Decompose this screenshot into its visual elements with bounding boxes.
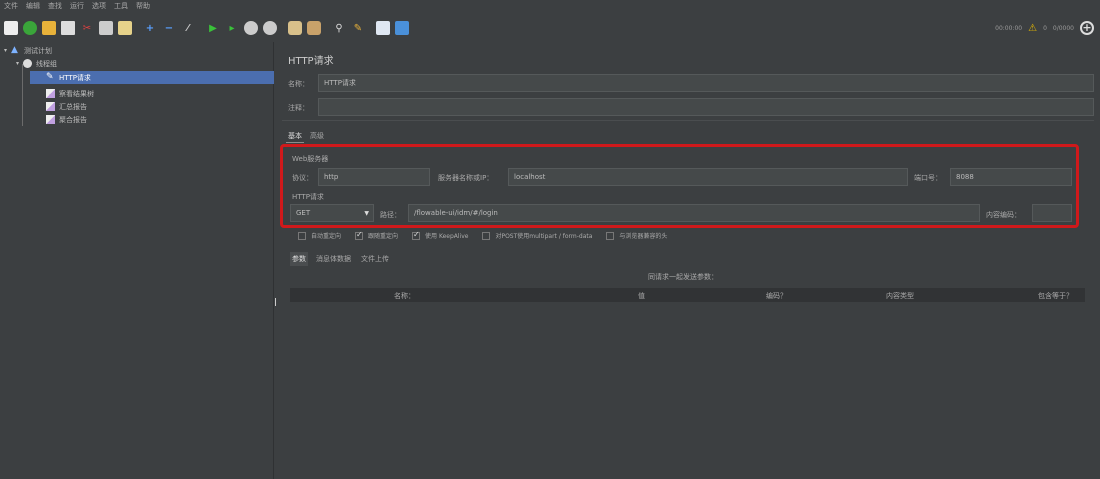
- menu-file[interactable]: 文件: [4, 1, 18, 11]
- column-header-content-type[interactable]: 内容类型: [886, 291, 914, 301]
- tab-advanced[interactable]: 高级: [308, 130, 326, 143]
- name-label: 名称：: [288, 80, 309, 88]
- tree-connector: [22, 64, 23, 126]
- tree-item-test-plan[interactable]: ▾ ▲ 测试计划: [4, 44, 52, 57]
- highlight-box: [280, 144, 1079, 228]
- help-icon[interactable]: [395, 21, 409, 35]
- new-file-icon[interactable]: [4, 21, 18, 35]
- warning-icon[interactable]: ⚠: [1028, 23, 1037, 34]
- body-tabs: 参数 消息体数据 文件上传: [290, 252, 391, 266]
- tab-files-upload[interactable]: 文件上传: [359, 252, 391, 266]
- menu-run[interactable]: 运行: [70, 1, 84, 11]
- thread-group-icon: [23, 59, 33, 68]
- stop-icon[interactable]: [244, 21, 258, 35]
- thread-count: 0/0000: [1052, 24, 1074, 32]
- search-icon[interactable]: ⚲: [332, 21, 346, 35]
- tree-label-thread-group: 线程组: [36, 59, 58, 68]
- clear-icon[interactable]: [288, 21, 302, 35]
- tree-label-http-request: HTTP请求: [59, 73, 91, 82]
- checkbox-browser-headers[interactable]: 与浏览器兼容的头: [606, 231, 667, 240]
- checkbox-label: 对POST使用multipart / form-data: [495, 233, 593, 240]
- menu-help[interactable]: 帮助: [136, 1, 150, 11]
- http-request-panel: HTTP请求 名称： HTTP请求 注释： 基本 高级 Web服务器 协议： h…: [275, 42, 1100, 479]
- reset-search-icon[interactable]: ✎: [351, 21, 365, 35]
- tree-item-aggregate-report[interactable]: 聚合报告: [46, 113, 87, 126]
- column-header-name[interactable]: 名称：: [394, 291, 415, 301]
- listener-icon: [46, 102, 55, 111]
- listener-icon: [46, 89, 55, 98]
- toolbar: ✂ + − ⁄ ▶ ▸ ⚲ ✎: [0, 16, 1100, 40]
- config-tabs: 基本 高级: [286, 130, 326, 143]
- comment-label: 注释：: [288, 104, 309, 112]
- menu-edit[interactable]: 编辑: [26, 1, 40, 11]
- tree-item-thread-group[interactable]: ▾ 线程组: [16, 57, 57, 70]
- listener-icon: [46, 115, 55, 124]
- tree-label-result-tree: 察看结果树: [59, 89, 94, 98]
- cut-icon[interactable]: ✂: [80, 21, 94, 35]
- remote-add-icon[interactable]: +: [1080, 21, 1094, 35]
- open-folder-icon[interactable]: [42, 21, 56, 35]
- checkbox-multipart[interactable]: 对POST使用multipart / form-data: [482, 231, 592, 240]
- save-icon[interactable]: [61, 21, 75, 35]
- tab-body-data[interactable]: 消息体数据: [314, 252, 353, 266]
- tree-label-aggregate-report: 聚合报告: [59, 115, 87, 124]
- start-no-pause-icon[interactable]: ▸: [225, 21, 239, 35]
- checkbox-label: 自动重定向: [311, 233, 342, 240]
- test-plan-tree: ▾ ▲ 测试计划 ▾ 线程组 ✎ HTTP请求 察看结果树 汇总报告 聚合报告: [0, 42, 274, 479]
- test-plan-icon: ▲: [11, 45, 18, 55]
- tree-label-summary-report: 汇总报告: [59, 102, 87, 111]
- sampler-pen-icon: ✎: [46, 72, 54, 82]
- tree-item-result-tree[interactable]: 察看结果树: [46, 87, 94, 100]
- tree-label-test-plan: 测试计划: [24, 46, 53, 55]
- clear-all-icon[interactable]: [307, 21, 321, 35]
- elapsed-timer: 00:00:00: [995, 24, 1023, 32]
- parameters-table-title: 同请求一起发送参数：: [648, 273, 718, 281]
- toolbar-status: 00:00:00 ⚠ 0 0/0000 +: [995, 16, 1094, 40]
- column-header-value[interactable]: 值: [638, 291, 645, 301]
- checkbox-keepalive[interactable]: 使用 KeepAlive: [412, 230, 469, 240]
- splitter[interactable]: [282, 120, 1094, 121]
- copy-icon[interactable]: [99, 21, 113, 35]
- checkbox-label: 与浏览器兼容的头: [619, 233, 668, 240]
- checkbox-label: 跟随重定向: [368, 233, 399, 240]
- expand-arrow-icon[interactable]: ▾: [16, 60, 19, 67]
- page-title: HTTP请求: [288, 56, 334, 67]
- menu-options[interactable]: 选项: [92, 1, 106, 11]
- checkbox-follow-redirect[interactable]: 跟随重定向: [355, 230, 399, 240]
- comment-input[interactable]: [318, 98, 1094, 116]
- expand-icon[interactable]: +: [143, 21, 157, 35]
- column-header-include-equals[interactable]: 包含等于？: [1038, 291, 1073, 301]
- warning-count: 0: [1043, 24, 1047, 32]
- name-input[interactable]: HTTP请求: [318, 74, 1094, 92]
- toggle-icon[interactable]: ⁄: [181, 21, 195, 35]
- expand-arrow-icon[interactable]: ▾: [4, 47, 7, 54]
- start-icon[interactable]: ▶: [206, 21, 220, 35]
- tab-basic[interactable]: 基本: [286, 130, 304, 143]
- tab-parameters[interactable]: 参数: [290, 252, 308, 266]
- checkbox-auto-redirect[interactable]: 自动重定向: [298, 231, 341, 240]
- menu-bar: 文件 编辑 查找 运行 选项 工具 帮助: [0, 0, 1100, 12]
- menu-search[interactable]: 查找: [48, 1, 62, 11]
- shutdown-icon[interactable]: [263, 21, 277, 35]
- tree-item-summary-report[interactable]: 汇总报告: [46, 100, 87, 113]
- column-header-encode[interactable]: 编码？: [766, 291, 787, 301]
- options-checkboxes: 自动重定向 跟随重定向 使用 KeepAlive 对POST使用multipar…: [298, 230, 681, 240]
- tree-item-http-request[interactable]: ✎ HTTP请求: [30, 71, 274, 84]
- text-cursor: [275, 298, 276, 306]
- open-template-icon[interactable]: [23, 21, 37, 35]
- menu-tools[interactable]: 工具: [114, 1, 128, 11]
- function-helper-icon[interactable]: [376, 21, 390, 35]
- parameters-table-header: 名称： 值 编码？ 内容类型 包含等于？: [290, 288, 1085, 302]
- checkbox-label: 使用 KeepAlive: [425, 233, 469, 240]
- paste-icon[interactable]: [118, 21, 132, 35]
- collapse-icon[interactable]: −: [162, 21, 176, 35]
